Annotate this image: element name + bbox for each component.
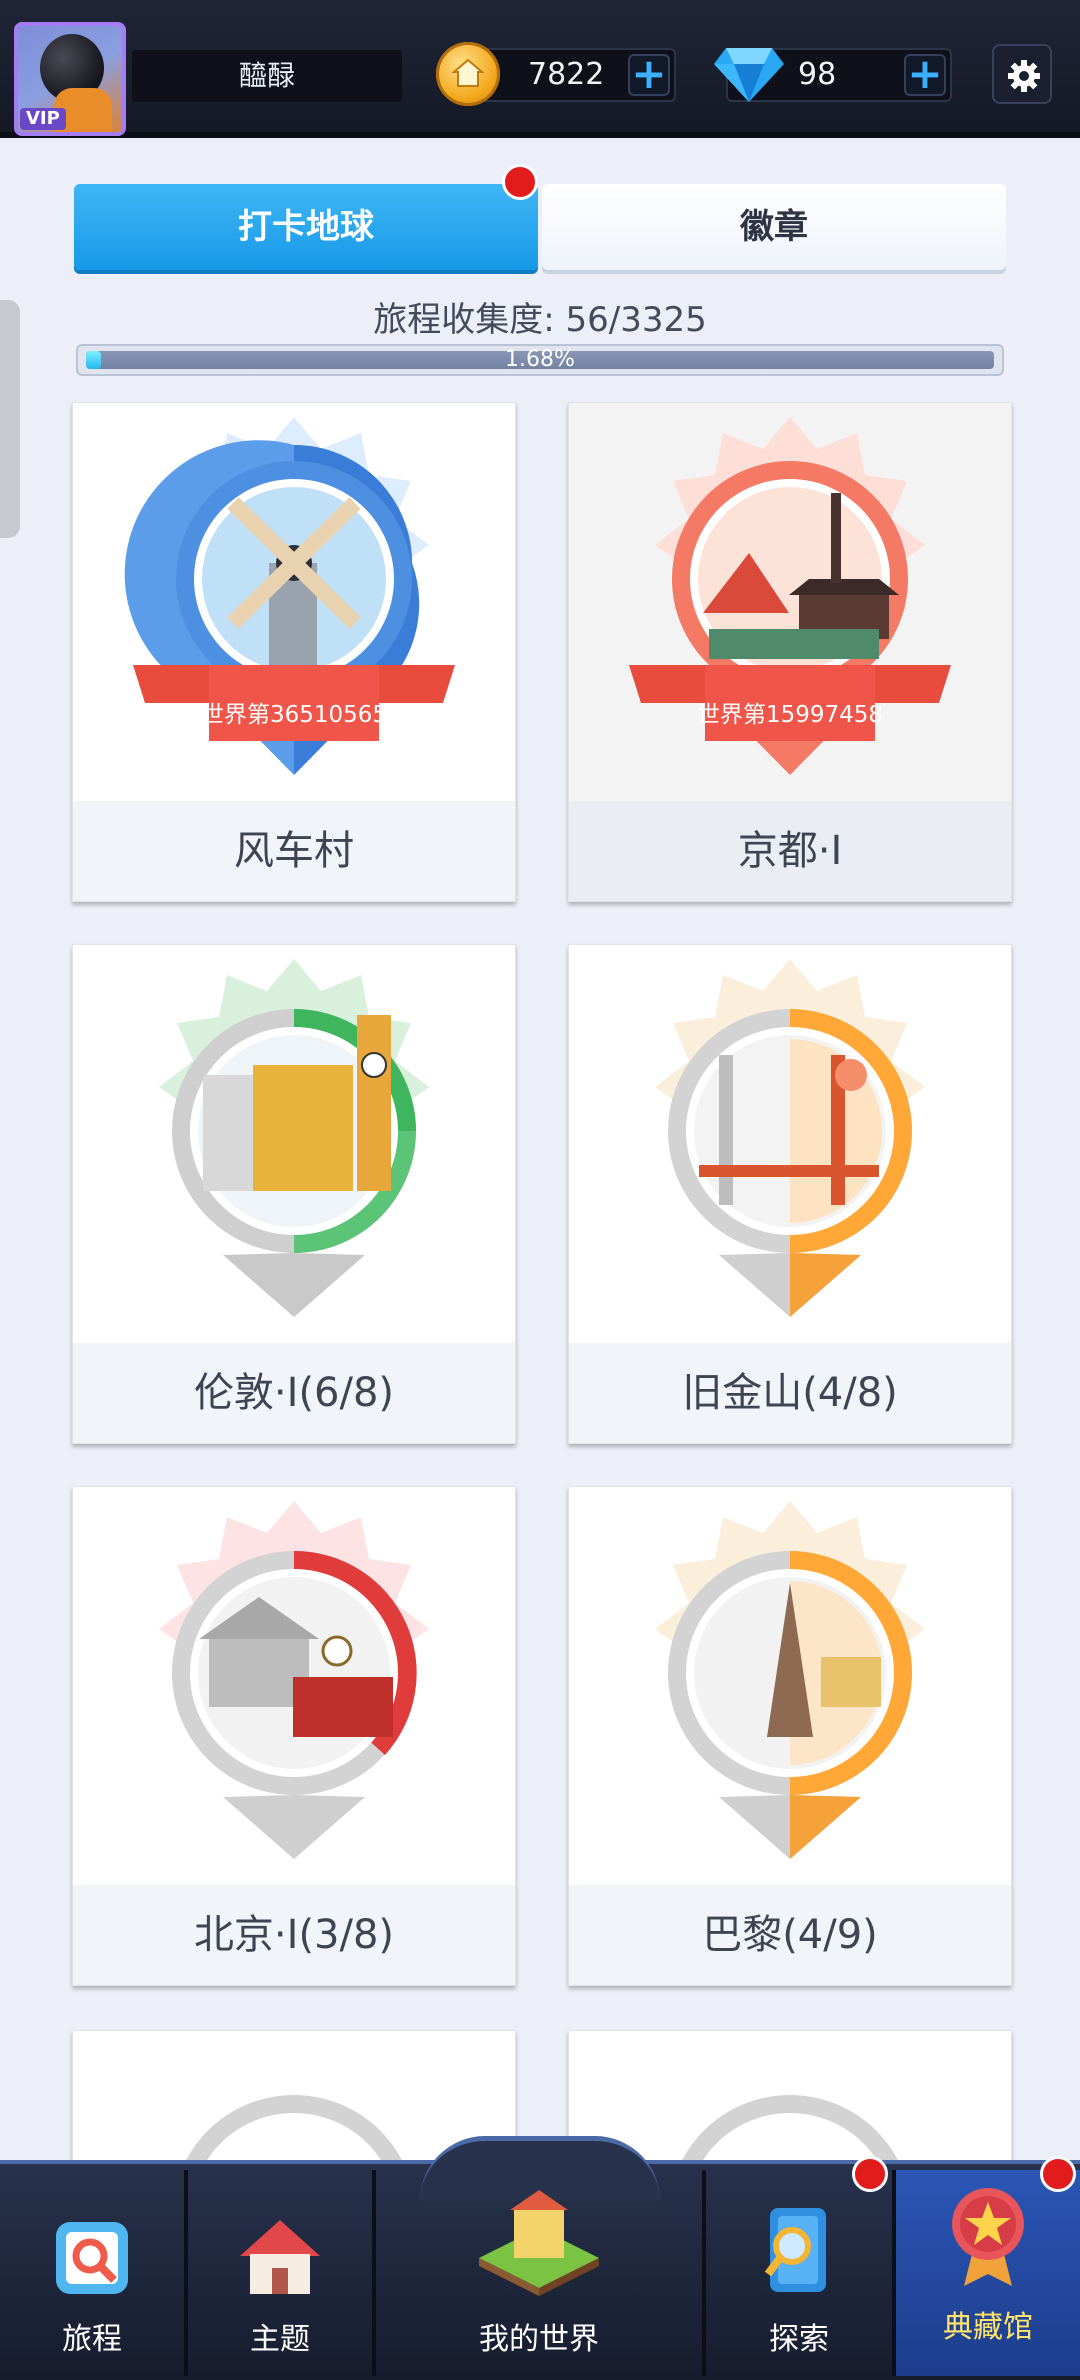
world-rank: 世界第15997458 [696, 702, 884, 728]
nav-collection-hall[interactable]: 典藏馆 [896, 2170, 1080, 2376]
city-name: 京都·I [569, 801, 1011, 901]
add-gems-button[interactable]: + [904, 53, 946, 96]
settings-button[interactable] [992, 44, 1052, 104]
london-badge-icon [159, 959, 429, 1317]
nav-journey[interactable]: 旅程 [0, 2170, 184, 2376]
tab-check-in-earth[interactable]: 打卡地球 [74, 184, 538, 270]
san-francisco-badge-icon [655, 959, 925, 1317]
city-card-san-francisco[interactable]: 旧金山(4/8) [568, 944, 1012, 1444]
house-icon [240, 2220, 320, 2294]
nav-theme[interactable]: 主题 [188, 2170, 372, 2376]
nav-label: 旅程 [62, 2322, 122, 2357]
kyoto-badge-icon [629, 417, 951, 775]
username: 醯醁 [132, 50, 402, 102]
city-card-kyoto[interactable]: 世界第15997458 京都·I [568, 402, 1012, 902]
city-card-beijing[interactable]: 北京·I(3/8) [72, 1486, 516, 1986]
city-name: 北京·I(3/8) [73, 1885, 515, 1985]
avatar[interactable]: VIP [14, 22, 126, 136]
world-rank: 世界第36510565 [200, 702, 388, 728]
gem-value: 98 [798, 57, 837, 92]
journey-icon [56, 2222, 128, 2294]
add-coins-button[interactable]: + [628, 53, 670, 96]
nav-label: 主题 [250, 2322, 310, 2357]
world-block-icon [479, 2190, 599, 2296]
nav-explore[interactable]: 探索 [706, 2170, 892, 2376]
notification-dot [852, 2156, 888, 2192]
progress-title: 旅程收集度: 56/3325 [373, 300, 707, 340]
notification-dot [1040, 2156, 1076, 2192]
notification-dot [502, 164, 538, 200]
city-name: 伦敦·I(6/8) [73, 1343, 515, 1443]
progress-percent: 1.68% [505, 347, 575, 372]
diamond-icon [714, 48, 784, 102]
nav-label: 典藏馆 [943, 2310, 1033, 2345]
city-card-windmill-village[interactable]: 世界第36510565 风车村 [72, 402, 516, 902]
tab-badges[interactable]: 徽章 [542, 184, 1006, 270]
city-name: 风车村 [73, 801, 515, 901]
city-name: 旧金山(4/8) [569, 1343, 1011, 1443]
tab-bar: 打卡地球 徽章 [74, 184, 1006, 270]
vip-badge: VIP [20, 108, 66, 130]
city-card-london[interactable]: 伦敦·I(6/8) [72, 944, 516, 1444]
medal-icon [952, 2188, 1024, 2286]
coin-icon [436, 42, 500, 106]
magnifier-icon [764, 2208, 826, 2292]
nav-label: 我的世界 [479, 2322, 599, 2357]
collection-progress-bar: 1.68% [76, 344, 1004, 376]
coin-value: 7822 [528, 57, 605, 92]
nav-label: 探索 [769, 2322, 829, 2357]
paris-badge-icon [655, 1501, 925, 1859]
beijing-badge-icon [159, 1501, 429, 1859]
nav-my-world[interactable]: 我的世界 [376, 2170, 702, 2376]
gear-icon [1008, 60, 1040, 92]
city-card-paris[interactable]: 巴黎(4/9) [568, 1486, 1012, 1986]
city-name: 巴黎(4/9) [569, 1885, 1011, 1985]
windmill-badge-icon [124, 417, 455, 775]
